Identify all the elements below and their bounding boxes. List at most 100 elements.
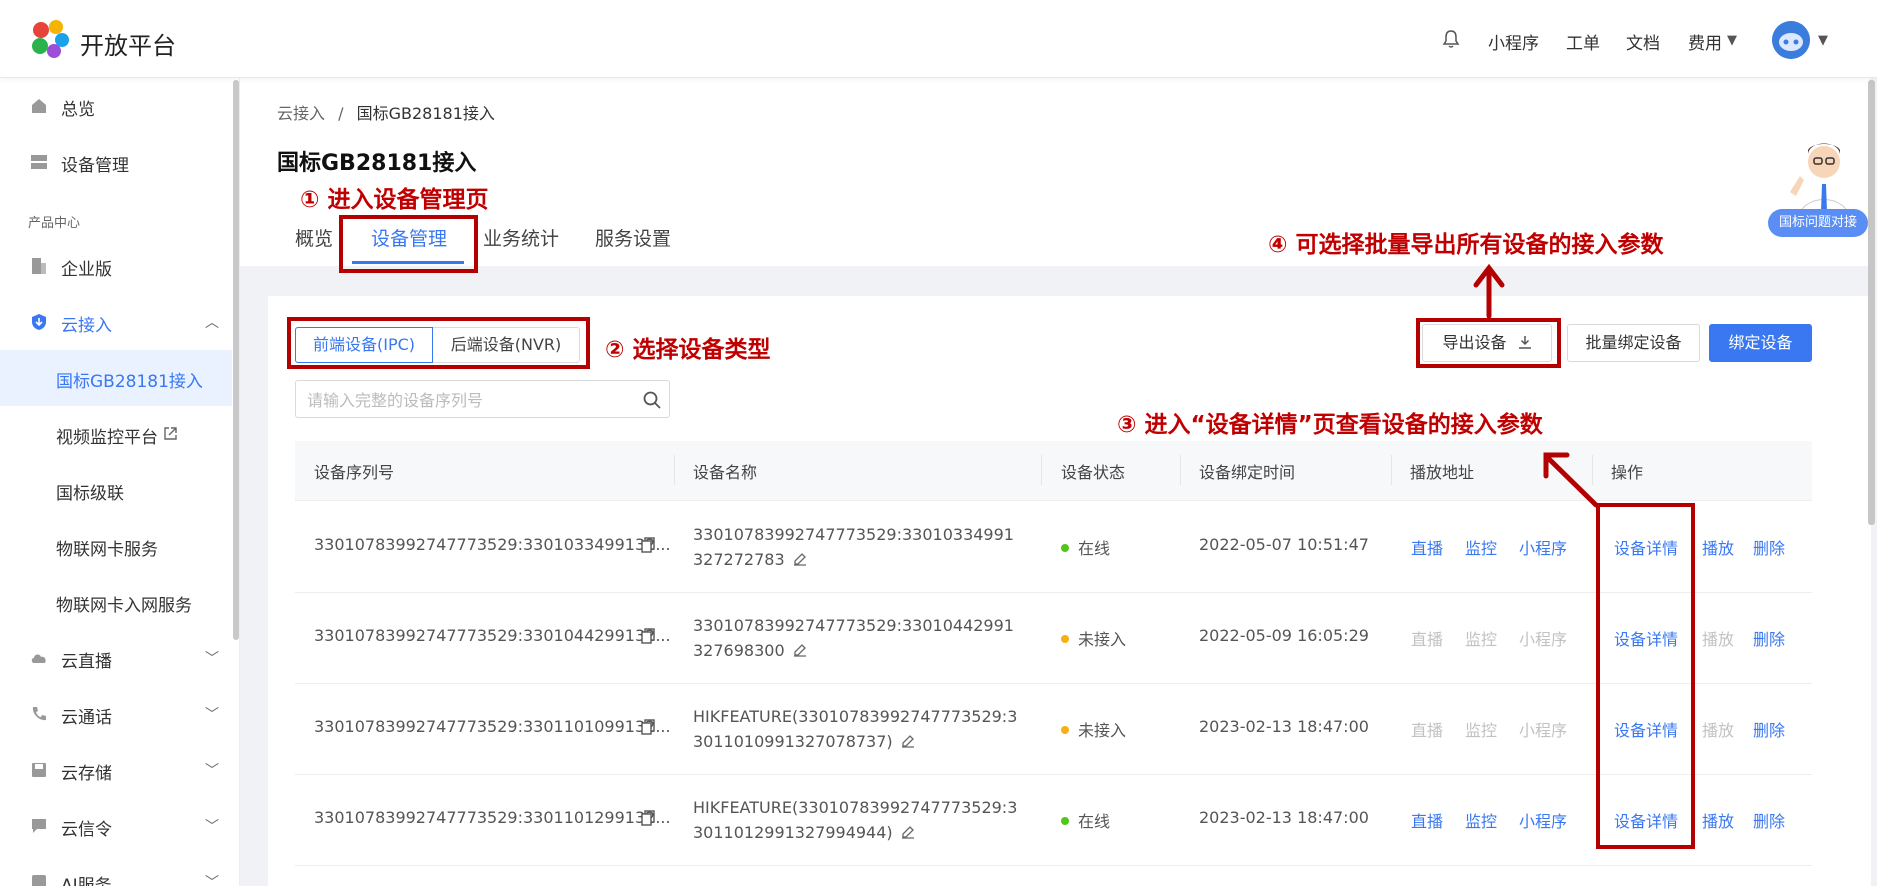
cloud-icon — [31, 654, 46, 663]
bulk-bind-button[interactable]: 批量绑定设备 — [1567, 324, 1700, 362]
helper-badge[interactable]: 国标问题对接 — [1768, 209, 1868, 237]
fee-caret-icon[interactable]: ▼ — [1727, 33, 1737, 48]
sidebar-item-device-management[interactable]: 设备管理 — [0, 134, 232, 190]
status-dot — [1061, 635, 1069, 643]
copy-icon[interactable] — [641, 628, 655, 644]
sidebar-item-label: 云直播 — [61, 652, 112, 672]
copy-icon[interactable] — [641, 719, 655, 735]
bind-device-button[interactable]: 绑定设备 — [1709, 324, 1812, 362]
col-header-actions: 操作 — [1611, 463, 1644, 482]
sidebar-item-ai-service[interactable]: AI服务 ﹀ — [0, 854, 232, 886]
live-link: 直播 — [1411, 630, 1444, 649]
column-divider — [1180, 455, 1181, 485]
edit-icon[interactable] — [793, 643, 807, 657]
play-link[interactable]: 播放 — [1702, 808, 1734, 832]
sidebar-item-label: 视频监控平台 — [56, 428, 158, 448]
monitor-link[interactable]: 监控 — [1465, 808, 1497, 832]
column-divider — [1041, 455, 1042, 485]
edit-icon[interactable] — [901, 825, 915, 839]
sidebar-item-gb-cascade[interactable]: 国标级联 — [0, 462, 232, 518]
play-link[interactable]: 播放 — [1702, 535, 1734, 559]
sidebar-item-label: 设备管理 — [61, 156, 129, 176]
nav-docs[interactable]: 文档 — [1626, 29, 1660, 54]
sidebar-item-label: 云通话 — [61, 708, 112, 728]
tab-business-stats[interactable]: 业务统计 — [483, 224, 559, 251]
avatar-robot-icon — [1772, 21, 1810, 59]
sidebar-item-iot-card-network[interactable]: 物联网卡入网服务 — [0, 574, 232, 630]
status-dot — [1061, 817, 1069, 825]
delete-link[interactable]: 删除 — [1753, 808, 1785, 832]
sidebar-item-label: 企业版 — [61, 260, 112, 280]
sidebar-item-label: AI服务 — [61, 876, 112, 886]
sidebar-item-enterprise[interactable]: 企业版 — [0, 238, 232, 294]
tab-overview[interactable]: 概览 — [295, 224, 333, 251]
chevron-down-icon: ﹀ — [205, 819, 219, 835]
sidebar-scrollbar[interactable] — [233, 80, 239, 640]
copy-icon[interactable] — [641, 810, 655, 826]
sidebar-item-cloud-access[interactable]: 云接入 ︿ — [0, 294, 232, 350]
bind-time-cell: 2022-05-07 10:51:47 — [1199, 535, 1369, 554]
serial-cell: 33010783992747773529:3301101299132... — [314, 808, 671, 827]
device-name-text: 33010783992747773529:3301044299132769830… — [693, 616, 1014, 660]
bell-icon[interactable] — [1441, 29, 1461, 49]
avatar-caret-icon[interactable]: ▼ — [1818, 33, 1828, 48]
breadcrumb-parent[interactable]: 云接入 — [277, 104, 325, 123]
serial-cell: 33010783992747773529:3301101099132... — [314, 717, 671, 736]
annotation-box-device-type — [287, 317, 590, 369]
mini-program-link[interactable]: 小程序 — [1519, 808, 1567, 832]
table-header — [295, 441, 1812, 501]
mini-program-link[interactable]: 小程序 — [1519, 535, 1567, 559]
sidebar-item-video-platform[interactable]: 视频监控平台 — [0, 406, 232, 462]
chevron-down-icon: ﹀ — [205, 875, 219, 886]
status-cell: 在线 — [1061, 535, 1110, 559]
arrow-up-head — [1473, 263, 1505, 288]
delete-link[interactable]: 删除 — [1753, 717, 1785, 741]
annotation-box-export — [1416, 318, 1561, 368]
device-name-text: HIKFEATURE(33010783992747773529:33011010… — [693, 707, 1018, 751]
nav-ticket[interactable]: 工单 — [1566, 29, 1600, 54]
sidebar-item-label: 物联网卡入网服务 — [56, 596, 192, 616]
device-name-cell: HIKFEATURE(33010783992747773529:33011010… — [693, 704, 1023, 754]
sidebar-item-cloud-call[interactable]: 云通话 ﹀ — [0, 686, 232, 742]
page-scrollbar[interactable] — [1868, 80, 1875, 525]
live-link[interactable]: 直播 — [1411, 535, 1443, 559]
device-name-cell: 33010783992747773529:3301033499132727278… — [693, 522, 1023, 572]
monitor-link[interactable]: 监控 — [1465, 535, 1497, 559]
delete-link[interactable]: 删除 — [1753, 626, 1785, 650]
sidebar-item-cloud-storage[interactable]: 云存储 ﹀ — [0, 742, 232, 798]
serial-cell: 33010783992747773529:3301033499132... — [314, 535, 671, 554]
column-divider — [674, 455, 675, 485]
delete-link[interactable]: 删除 — [1753, 535, 1785, 559]
sidebar-item-iot-card[interactable]: 物联网卡服务 — [0, 518, 232, 574]
nav-mini-program[interactable]: 小程序 — [1488, 29, 1539, 54]
logo-icon[interactable] — [28, 18, 70, 60]
search-box — [295, 380, 670, 418]
page-title: 国标GB28181接入 — [277, 151, 477, 176]
play-link: 播放 — [1702, 721, 1735, 740]
brand-name: 开放平台 — [80, 32, 176, 60]
status-text: 在线 — [1078, 539, 1111, 558]
search-input[interactable] — [307, 389, 617, 411]
nav-fee[interactable]: 费用 — [1688, 29, 1722, 54]
sidebar-item-overview[interactable]: 总览 — [0, 78, 232, 134]
chevron-up-icon: ︿ — [205, 315, 219, 331]
annotation-step-4: ④ 可选择批量导出所有设备的接入参数 — [1268, 232, 1664, 258]
sidebar-item-cloud-signal[interactable]: 云信令 ﹀ — [0, 798, 232, 854]
copy-icon[interactable] — [641, 537, 655, 553]
chat-icon — [32, 819, 46, 833]
avatar[interactable] — [1772, 21, 1810, 59]
sidebar-item-cloud-live[interactable]: 云直播 ﹀ — [0, 630, 232, 686]
server-icon — [31, 155, 47, 169]
play-link: 播放 — [1702, 630, 1735, 649]
sidebar-item-gb28181[interactable]: 国标GB28181接入 — [0, 350, 232, 406]
annotation-step-1: ① 进入设备管理页 — [300, 187, 489, 213]
edit-icon[interactable] — [793, 552, 807, 566]
sidebar-item-label: 云存储 — [61, 764, 112, 784]
live-link[interactable]: 直播 — [1411, 808, 1443, 832]
status-cell: 未接入 — [1061, 626, 1126, 650]
search-icon[interactable] — [642, 390, 662, 410]
edit-icon[interactable] — [901, 734, 915, 748]
status-cell: 在线 — [1061, 808, 1110, 832]
phone-icon — [32, 707, 46, 721]
tab-service-settings[interactable]: 服务设置 — [595, 224, 671, 251]
